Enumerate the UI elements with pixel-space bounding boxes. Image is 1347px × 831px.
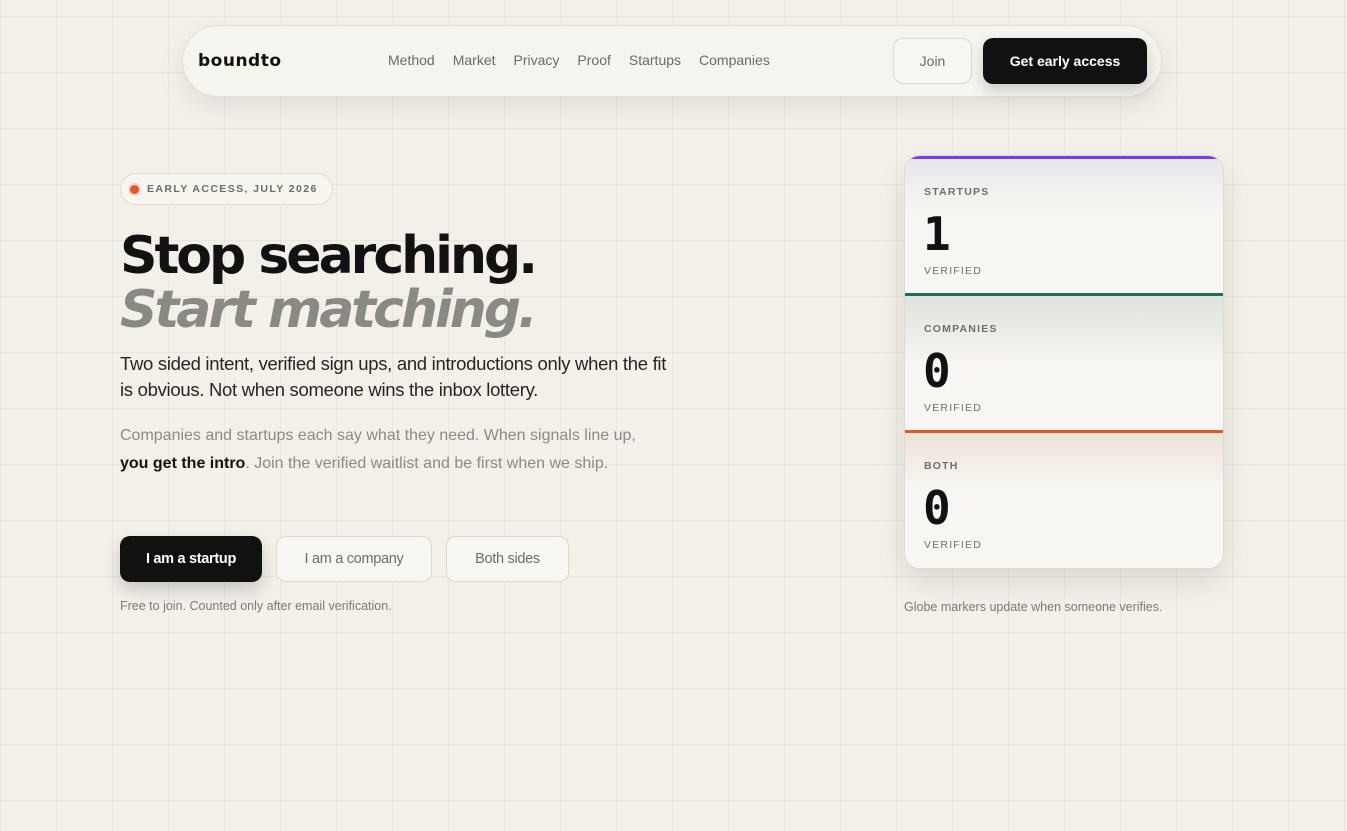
stat-companies: COMPANIES 0 VERIFIED bbox=[905, 293, 1223, 430]
stat-both: BOTH 0 VERIFIED bbox=[905, 430, 1223, 567]
stat-value: 0 bbox=[923, 481, 951, 535]
join-button[interactable]: Join bbox=[893, 38, 972, 84]
early-access-badge: EARLY ACCESS, JULY 2026 bbox=[120, 173, 333, 205]
stat-startups: STARTUPS 1 VERIFIED bbox=[905, 156, 1223, 293]
description-part-2: . Join the verified waitlist and be firs… bbox=[245, 454, 609, 472]
stat-label: BOTH bbox=[924, 460, 959, 472]
nav-links: Method Market Privacy Proof Startups Com… bbox=[388, 52, 788, 68]
stat-sublabel: VERIFIED bbox=[924, 539, 983, 551]
stat-value: 1 bbox=[923, 207, 951, 261]
description-highlight: you get the intro bbox=[120, 454, 246, 472]
nav-link-privacy[interactable]: Privacy bbox=[514, 52, 560, 68]
badge-label: EARLY ACCESS, JULY 2026 bbox=[147, 183, 318, 195]
get-early-access-button[interactable]: Get early access bbox=[983, 38, 1147, 84]
signup-footnote: Free to join. Counted only after email v… bbox=[120, 599, 392, 613]
headline-secondary: Start matching. bbox=[120, 280, 538, 340]
headline-primary: Stop searching. bbox=[120, 226, 538, 286]
startup-role-button[interactable]: I am a startup bbox=[120, 536, 262, 582]
verified-counts-card: STARTUPS 1 VERIFIED COMPANIES 0 VERIFIED… bbox=[904, 155, 1224, 569]
stat-sublabel: VERIFIED bbox=[924, 265, 983, 277]
brand-logo[interactable]: boundto bbox=[198, 51, 282, 71]
stat-sublabel: VERIFIED bbox=[924, 402, 983, 414]
nav-link-startups[interactable]: Startups bbox=[629, 52, 681, 68]
description-part-1: Companies and startups each say what the… bbox=[120, 427, 636, 444]
stat-label: COMPANIES bbox=[924, 323, 998, 335]
hero-description: Companies and startups each say what the… bbox=[120, 422, 640, 477]
hero-lead: Two sided intent, verified sign ups, and… bbox=[120, 353, 667, 400]
company-role-button[interactable]: I am a company bbox=[276, 536, 432, 582]
top-navigation: boundto Method Market Privacy Proof Star… bbox=[182, 25, 1162, 97]
nav-link-market[interactable]: Market bbox=[453, 52, 496, 68]
stat-value: 0 bbox=[923, 344, 951, 398]
stat-label: STARTUPS bbox=[924, 186, 990, 198]
nav-link-method[interactable]: Method bbox=[388, 52, 435, 68]
nav-link-proof[interactable]: Proof bbox=[577, 52, 610, 68]
both-sides-role-button[interactable]: Both sides bbox=[446, 536, 569, 582]
status-dot-icon bbox=[130, 185, 139, 194]
globe-footnote: Globe markers update when someone verifi… bbox=[904, 600, 1163, 614]
nav-link-companies[interactable]: Companies bbox=[699, 52, 770, 68]
